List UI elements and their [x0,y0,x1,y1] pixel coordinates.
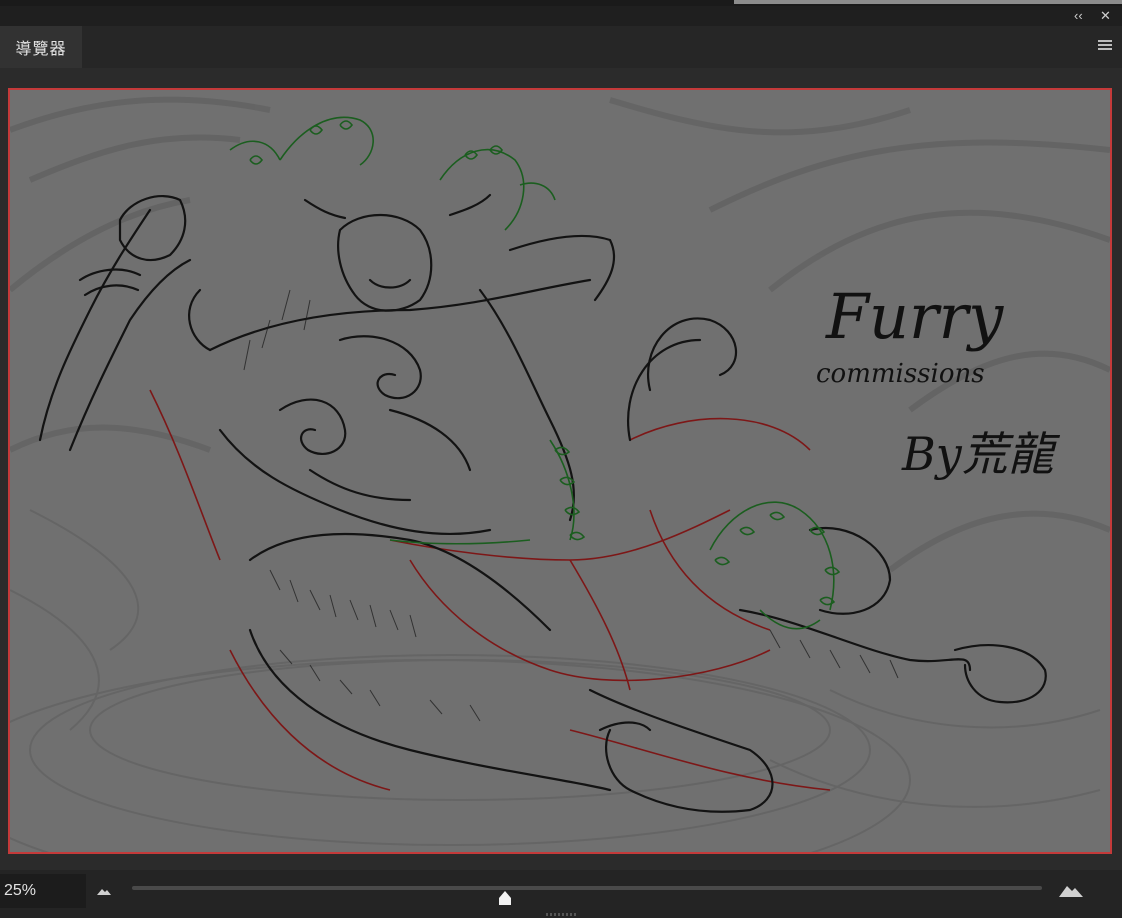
navigator-viewport: Furry commissions By荒龍 [0,68,1122,870]
background-window-edge [734,0,1122,4]
zoom-slider-thumb[interactable] [497,890,513,906]
panel-menu-icon[interactable] [1098,40,1112,52]
artwork-thumbnail: Furry commissions By荒龍 [10,90,1110,852]
viewport-dim-overlay [10,90,1110,852]
zoom-in-icon[interactable] [1058,882,1084,898]
tab-navigator-label: 導覽器 [15,41,67,58]
tab-navigator[interactable]: 導覽器 [0,26,82,68]
zoom-value-text: 25% [4,882,37,899]
close-icon[interactable]: ✕ [1100,8,1111,24]
zoom-slider[interactable] [132,886,1042,890]
panel-tabbar: 導覽器 [0,26,1122,68]
navigator-preview[interactable]: Furry commissions By荒龍 [8,88,1112,854]
zoom-bar: 25% [0,870,1122,918]
zoom-value-input[interactable]: 25% [0,874,86,908]
resize-grip[interactable] [546,913,576,916]
collapse-panel-icon[interactable]: ‹‹ [1074,8,1083,24]
panel-titlebar: ‹‹ ✕ [0,6,1122,26]
zoom-out-icon[interactable] [96,886,112,896]
